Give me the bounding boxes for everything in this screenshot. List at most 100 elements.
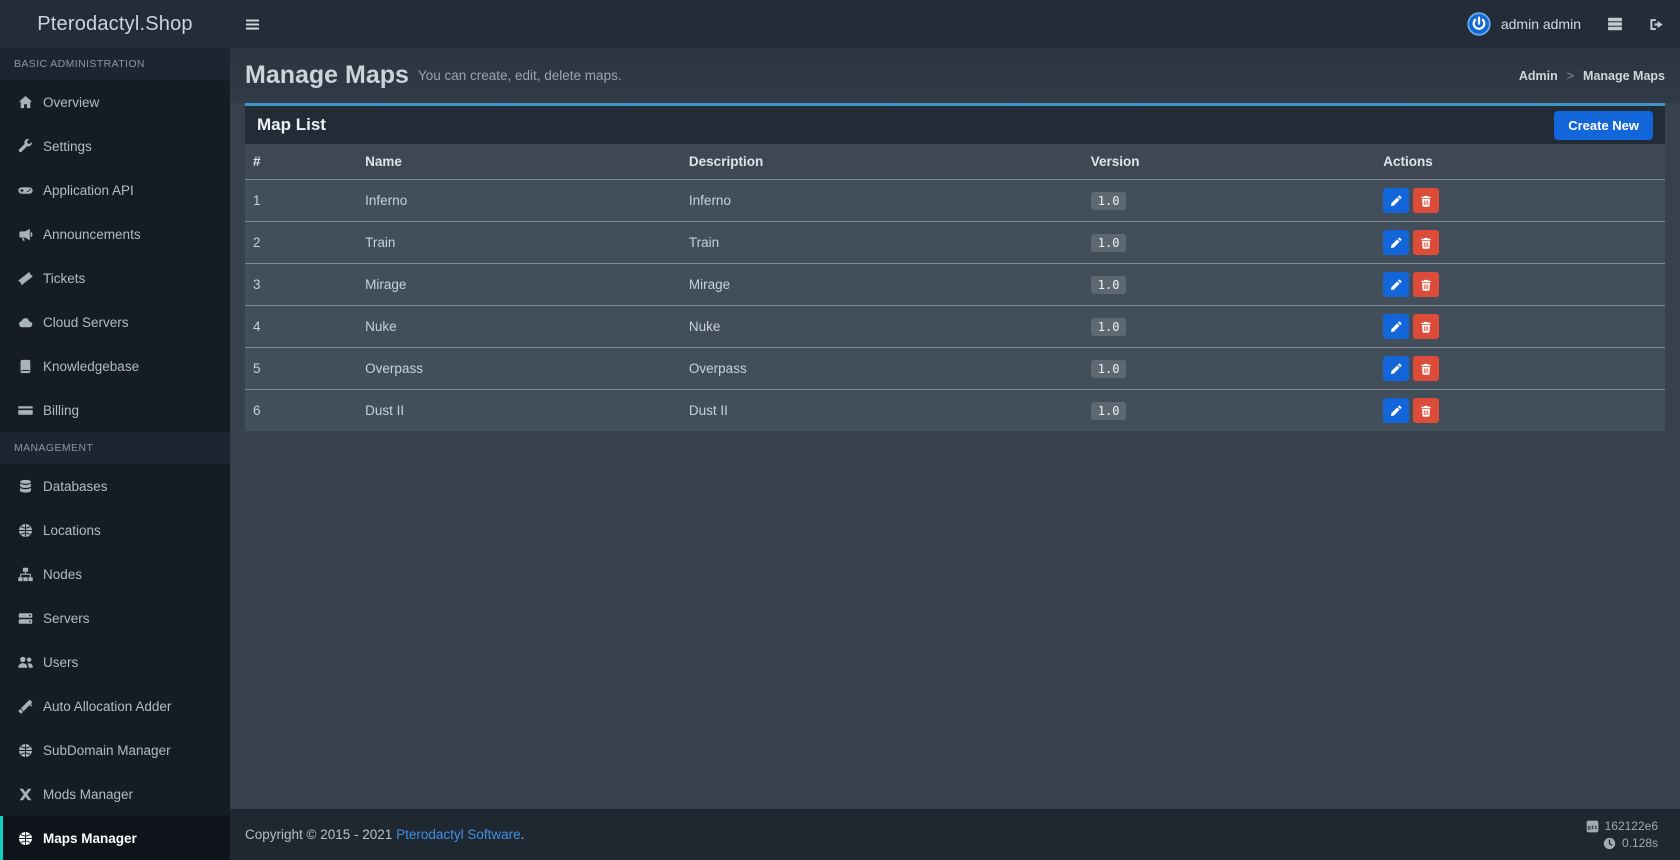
sidebar-item-billing[interactable]: Billing (0, 388, 230, 432)
row-index-cell: 3 (245, 263, 358, 306)
actions-cell (1375, 221, 1665, 264)
sidebar-section-header: MANAGEMENT (0, 432, 230, 464)
footer-stats: git 162122e6 0.128s (1586, 819, 1658, 850)
sidebar-item-settings[interactable]: Settings (0, 124, 230, 168)
sidebar-item-label: Billing (43, 402, 80, 418)
copyright-suffix: . (520, 827, 525, 842)
create-new-button[interactable]: Create New (1554, 110, 1653, 140)
page-title: Manage Maps (245, 61, 409, 89)
mods-icon (18, 787, 33, 802)
render-time: 0.128s (1603, 836, 1658, 850)
svg-text:git: git (1587, 823, 1597, 830)
sidebar-item-label: Settings (43, 138, 92, 154)
map-description-cell: Nuke (680, 305, 1083, 348)
build-hash: git 162122e6 (1586, 819, 1658, 833)
map-version-cell: 1.0 (1082, 221, 1376, 264)
sidebar-item-cloud-servers[interactable]: Cloud Servers (0, 300, 230, 344)
sidebar-item-label: Application API (43, 182, 134, 198)
sidebar-item-maps-manager[interactable]: Maps Manager (0, 816, 230, 860)
edit-map-button[interactable] (1383, 398, 1410, 423)
map-version-cell: 1.0 (1082, 179, 1376, 222)
pencil-icon (1390, 279, 1402, 291)
sidebar-item-locations[interactable]: Locations (0, 508, 230, 552)
server-stack-icon[interactable] (1607, 16, 1623, 32)
sidebar-item-servers[interactable]: Servers (0, 596, 230, 640)
map-version-cell: 1.0 (1082, 305, 1376, 348)
page-subtitle: You can create, edit, delete maps. (417, 68, 622, 83)
sidebar-item-databases[interactable]: Databases (0, 464, 230, 508)
delete-map-button[interactable] (1413, 314, 1440, 339)
edit-map-button[interactable] (1383, 272, 1410, 297)
delete-map-button[interactable] (1413, 272, 1440, 297)
edit-map-button[interactable] (1383, 230, 1410, 255)
trash-icon (1420, 363, 1432, 375)
users-icon (18, 655, 33, 670)
pencil-icon (1390, 237, 1402, 249)
hamburger-icon[interactable] (230, 0, 275, 48)
sidebar-item-mods-manager[interactable]: Mods Manager (0, 772, 230, 816)
sidebar-item-application-api[interactable]: Application API (0, 168, 230, 212)
render-time-value: 0.128s (1621, 836, 1658, 850)
sidebar-item-tickets[interactable]: Tickets (0, 256, 230, 300)
panel-header: Map List Create New (245, 106, 1665, 144)
sidebar-item-knowledgebase[interactable]: Knowledgebase (0, 344, 230, 388)
edit-map-button[interactable] (1383, 356, 1410, 381)
pencil-icon (1390, 321, 1402, 333)
sidebar-item-label: Mods Manager (43, 786, 134, 802)
copyright-text: Copyright © 2015 - 2021 Pterodactyl Soft… (245, 827, 524, 842)
content-area: Map List Create New # Name Description Vers… (230, 103, 1680, 809)
globe-icon (18, 743, 33, 758)
sidebar-item-label: Users (43, 654, 79, 670)
edit-map-button[interactable] (1383, 188, 1410, 213)
pencil-icon (1390, 195, 1402, 207)
row-index-cell: 4 (245, 305, 358, 348)
clock-icon (1603, 837, 1616, 850)
sidebar-item-subdomain-manager[interactable]: SubDomain Manager (0, 728, 230, 772)
version-badge: 1.0 (1090, 359, 1127, 378)
table-column-header-version: Version (1082, 144, 1376, 180)
map-name-cell: Nuke (357, 305, 681, 348)
map-version-cell: 1.0 (1082, 263, 1376, 306)
sidebar-item-label: Overview (43, 94, 100, 110)
sidebar-item-label: Databases (43, 478, 108, 494)
pterodactyl-software-link[interactable]: Pterodactyl Software (396, 827, 521, 842)
trash-icon (1420, 237, 1432, 249)
table-column-header-name: Name (357, 144, 681, 180)
actions-cell (1375, 390, 1665, 432)
sidebar-item-label: Locations (43, 522, 101, 538)
sidebar-item-announcements[interactable]: Announcements (0, 212, 230, 256)
version-badge: 1.0 (1090, 233, 1127, 252)
table-row: 5 Overpass Overpass 1.0 (245, 347, 1665, 390)
row-index-cell: 1 (245, 179, 358, 222)
magic-icon (18, 699, 33, 714)
sidebar-item-label: Nodes (43, 566, 83, 582)
delete-map-button[interactable] (1413, 356, 1440, 381)
sitemap-icon (18, 567, 33, 582)
pencil-icon (1390, 405, 1402, 417)
app-logo[interactable]: Pterodactyl.Shop (0, 0, 230, 48)
map-description-cell: Inferno (680, 179, 1083, 222)
git-icon: git (1586, 820, 1599, 833)
delete-map-button[interactable] (1413, 230, 1440, 255)
sidebar-item-auto-allocation-adder[interactable]: Auto Allocation Adder (0, 684, 230, 728)
actions-cell (1375, 347, 1665, 390)
delete-map-button[interactable] (1413, 188, 1440, 213)
breadcrumb-separator: > (1566, 68, 1575, 83)
row-index-cell: 5 (245, 347, 358, 390)
delete-map-button[interactable] (1413, 398, 1440, 423)
edit-map-button[interactable] (1383, 314, 1410, 339)
table-column-header-actions: Actions (1375, 144, 1665, 180)
sidebar-item-overview[interactable]: Overview (0, 80, 230, 124)
sidebar-section-header: BASIC ADMINISTRATION (0, 48, 230, 80)
map-name-cell: Dust II (365, 403, 405, 418)
sign-out-icon[interactable] (1649, 17, 1664, 32)
home-icon (18, 95, 33, 110)
version-badge: 1.0 (1090, 401, 1127, 420)
sidebar-item-nodes[interactable]: Nodes (0, 552, 230, 596)
user-menu[interactable]: admin admin (1467, 12, 1581, 36)
breadcrumb-admin[interactable]: Admin (1519, 69, 1558, 83)
sidebar-item-users[interactable]: Users (0, 640, 230, 684)
map-description-cell: Overpass (680, 347, 1083, 390)
table-row: 3 Mirage Mirage 1.0 (245, 263, 1665, 306)
actions-cell (1375, 179, 1665, 222)
